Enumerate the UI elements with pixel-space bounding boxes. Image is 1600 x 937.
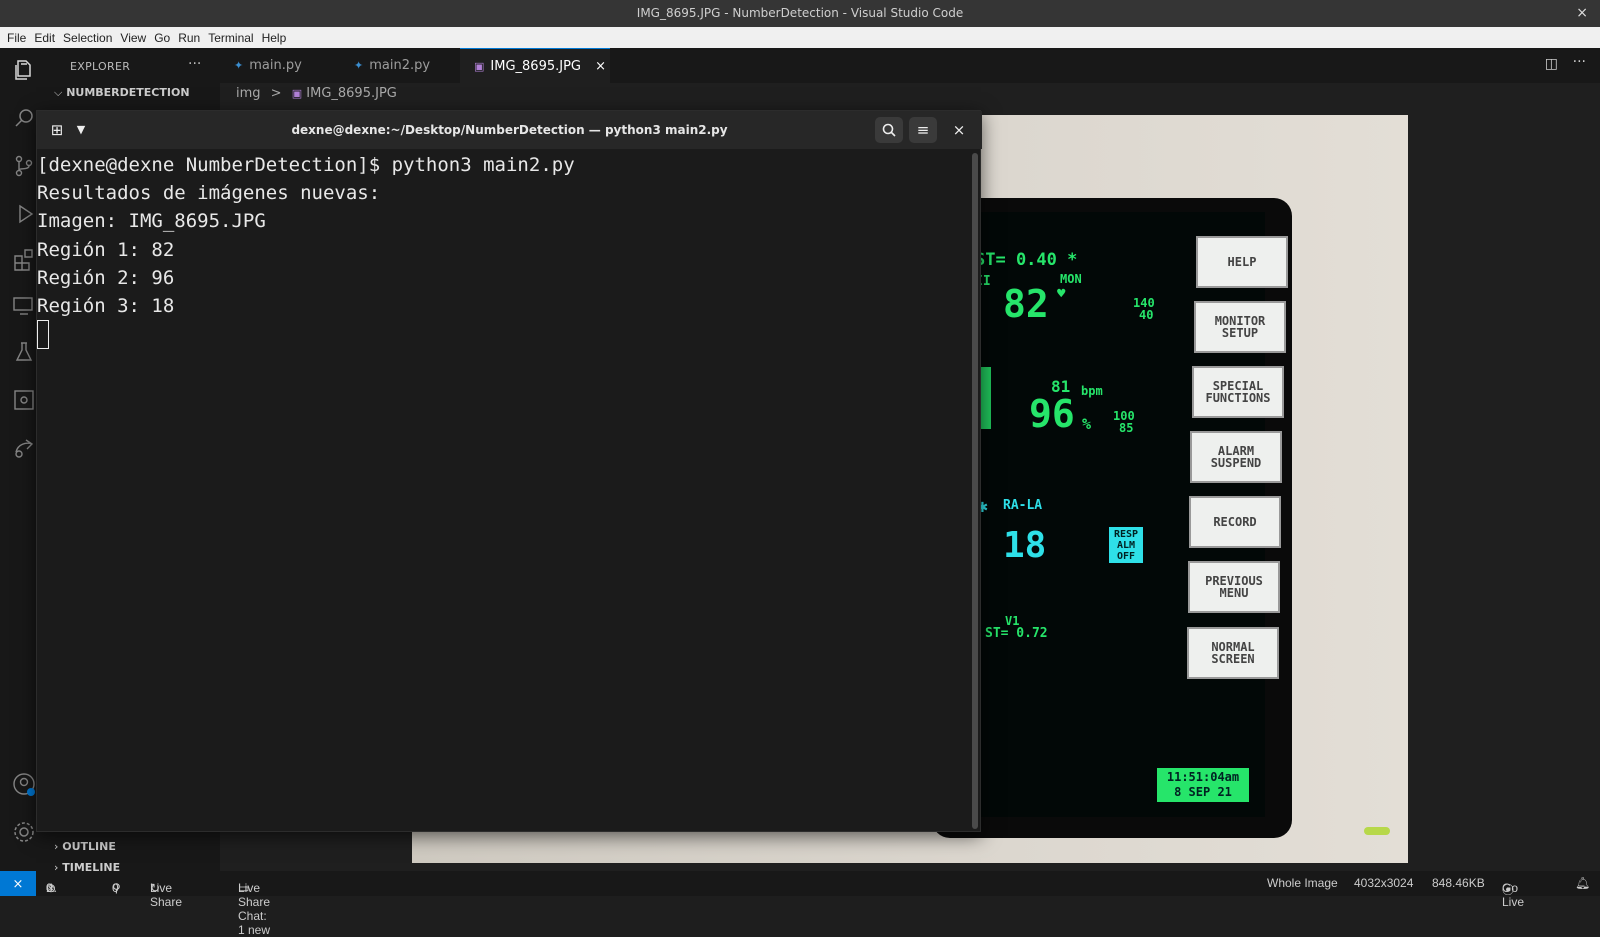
live-share-label: Live Share bbox=[150, 881, 183, 909]
menu-terminal[interactable]: Terminal bbox=[208, 31, 253, 45]
testing-icon[interactable] bbox=[12, 340, 36, 364]
monitor-button-alarm: ALARM SUSPEND bbox=[1190, 431, 1282, 483]
ports-count: 0 bbox=[112, 881, 119, 895]
terminal-window[interactable]: ⊞ ▼ dexne@dexne:~/Desktop/NumberDetectio… bbox=[36, 110, 982, 833]
monitor-button-record: RECORD bbox=[1189, 496, 1281, 548]
warning-count: 0 bbox=[46, 881, 53, 895]
go-live-label: Go Live bbox=[1502, 881, 1525, 909]
hr-alarm-low: 40 bbox=[1139, 308, 1154, 322]
tab-label: IMG_8695.JPG bbox=[490, 59, 581, 74]
docker-icon[interactable] bbox=[12, 388, 36, 412]
clock-display: 11:51:04am 8 SEP 21 bbox=[1157, 768, 1249, 802]
search-icon[interactable] bbox=[875, 117, 903, 143]
terminal-cursor bbox=[37, 320, 49, 350]
explorer-more-button[interactable]: ··· bbox=[188, 56, 201, 72]
explorer-title: EXPLORER bbox=[70, 60, 131, 73]
tab-label: main2.py bbox=[369, 58, 431, 73]
menu-go[interactable]: Go bbox=[154, 31, 170, 45]
window-title: IMG_8695.JPG - NumberDetection - Visual … bbox=[636, 6, 964, 20]
heart-icon: ♥ bbox=[1057, 286, 1066, 302]
notifications-bell-icon[interactable]: 🔔︎ bbox=[1575, 876, 1590, 890]
terminal-line: Región 1: 82 bbox=[37, 238, 175, 261]
window-titlebar: IMG_8695.JPG - NumberDetection - Visual … bbox=[0, 0, 1600, 27]
python-file-icon: ✦ bbox=[234, 59, 244, 72]
window-close-button[interactable]: × bbox=[1576, 0, 1588, 26]
account-icon[interactable] bbox=[12, 772, 36, 796]
monitor-button-help: HELP bbox=[1196, 236, 1288, 288]
terminal-line: Imagen: IMG_8695.JPG bbox=[37, 210, 266, 233]
terminal-line: Resultados de imágenes nuevas: bbox=[37, 182, 381, 205]
folder-numberdetection[interactable]: ⌵ NUMBERDETECTION bbox=[54, 86, 190, 100]
monitor-button-normal: NORMAL SCREEN bbox=[1187, 627, 1279, 679]
tab-img-8695[interactable]: ▣ IMG_8695.JPG × bbox=[460, 48, 610, 83]
clock-time: 11:51:04am bbox=[1166, 770, 1240, 784]
menu-selection[interactable]: Selection bbox=[63, 31, 112, 45]
percent-label: % bbox=[1082, 415, 1092, 433]
st-bottom: ST= 0.72 bbox=[985, 626, 1048, 641]
resp-alarm-off-badge: RESP ALM OFF bbox=[1109, 527, 1143, 563]
menu-edit[interactable]: Edit bbox=[34, 31, 55, 45]
menu-run[interactable]: Run bbox=[178, 31, 200, 45]
settings-gear-icon[interactable] bbox=[12, 820, 36, 844]
spo2-alarm-low: 85 bbox=[1119, 421, 1134, 435]
close-tab-button[interactable]: × bbox=[595, 59, 606, 74]
terminal-line: Región 2: 96 bbox=[37, 266, 175, 289]
terminal-line: Región 3: 18 bbox=[37, 295, 175, 318]
live-share-icon[interactable] bbox=[12, 436, 36, 460]
breadcrumb-folder[interactable]: img bbox=[236, 86, 261, 101]
image-file-icon: ▣ bbox=[474, 60, 485, 73]
more-actions-icon[interactable]: ··· bbox=[1573, 54, 1586, 70]
run-debug-icon[interactable] bbox=[12, 202, 36, 226]
hamburger-menu-icon[interactable]: ≡ bbox=[909, 117, 937, 143]
tab-main-py[interactable]: ✦ main.py bbox=[220, 48, 340, 83]
terminal-close-button[interactable]: × bbox=[945, 117, 973, 143]
chevron-right-icon: › bbox=[54, 840, 59, 853]
resp-rate: 18 bbox=[1003, 525, 1047, 566]
folder-label: NUMBERDETECTION bbox=[66, 86, 190, 99]
image-file-icon: ▣ bbox=[291, 87, 303, 100]
outline-section[interactable]: › OUTLINE bbox=[54, 840, 116, 853]
remote-explorer-icon[interactable] bbox=[12, 294, 36, 318]
tab-main2-py[interactable]: ✦ main2.py bbox=[340, 48, 460, 83]
live-share-chat-label: Live Share Chat: 1 new bbox=[238, 881, 271, 937]
tab-label: main.py bbox=[249, 58, 302, 73]
extensions-icon[interactable] bbox=[12, 248, 36, 272]
ra-la-label: RA-LA bbox=[1003, 498, 1043, 513]
monitor-button-special: SPECIAL FUNCTIONS bbox=[1192, 366, 1284, 418]
heart-rate: 82 bbox=[1003, 282, 1049, 326]
breadcrumb: img > ▣ IMG_8695.JPG bbox=[220, 83, 1600, 107]
indicator-light bbox=[1364, 827, 1390, 835]
image-file-size: 848.46KB bbox=[1432, 876, 1485, 890]
bpm-label: bpm bbox=[1081, 384, 1103, 398]
menu-view[interactable]: View bbox=[120, 31, 146, 45]
terminal-line: [dexne@dexne NumberDetection]$ python3 m… bbox=[37, 154, 575, 176]
terminal-output[interactable]: [dexne@dexne NumberDetection]$ python3 m… bbox=[37, 149, 972, 833]
chevron-down-icon: ⌵ bbox=[54, 86, 63, 99]
split-editor-icon[interactable]: ◫ bbox=[1545, 56, 1558, 72]
terminal-header: ⊞ ▼ dexne@dexne:~/Desktop/NumberDetectio… bbox=[37, 111, 982, 149]
remote-indicator-icon[interactable]: ⨯ bbox=[0, 871, 36, 896]
status-bar: ⨯ ⊗ 0 ⚠ 0 ⚲ 0 ↻ Live Share ▭ Live Share … bbox=[0, 871, 1600, 937]
python-file-icon: ✦ bbox=[354, 59, 364, 72]
image-zoom-status[interactable]: Whole Image bbox=[1267, 876, 1338, 890]
source-control-icon[interactable] bbox=[12, 154, 36, 178]
monitor-button-setup: MONITOR SETUP bbox=[1194, 301, 1286, 353]
editor-tabs: ✦ main.py ✦ main2.py ▣ IMG_8695.JPG × ◫ ··· bbox=[220, 48, 1600, 83]
monitor-button-previous: PREVIOUS MENU bbox=[1188, 561, 1280, 613]
menu-help[interactable]: Help bbox=[262, 31, 287, 45]
breadcrumb-file[interactable]: IMG_8695.JPG bbox=[306, 86, 397, 101]
menu-bar: File Edit Selection View Go Run Terminal… bbox=[0, 27, 1600, 48]
st-top: ST= 0.40 * bbox=[975, 250, 1078, 270]
terminal-title: dexne@dexne:~/Desktop/NumberDetection — … bbox=[291, 123, 728, 137]
terminal-scrollbar[interactable] bbox=[972, 153, 978, 829]
breadcrumb-separator: > bbox=[270, 86, 282, 101]
explorer-icon[interactable] bbox=[12, 58, 36, 82]
search-icon[interactable] bbox=[12, 106, 36, 130]
spo2-value: 96 bbox=[1029, 392, 1075, 436]
clock-date: 8 SEP 21 bbox=[1174, 785, 1232, 799]
menu-file[interactable]: File bbox=[7, 31, 26, 45]
image-dimensions: 4032x3024 bbox=[1354, 876, 1414, 890]
mon-label: MON bbox=[1060, 272, 1082, 286]
outline-label: OUTLINE bbox=[62, 840, 116, 853]
